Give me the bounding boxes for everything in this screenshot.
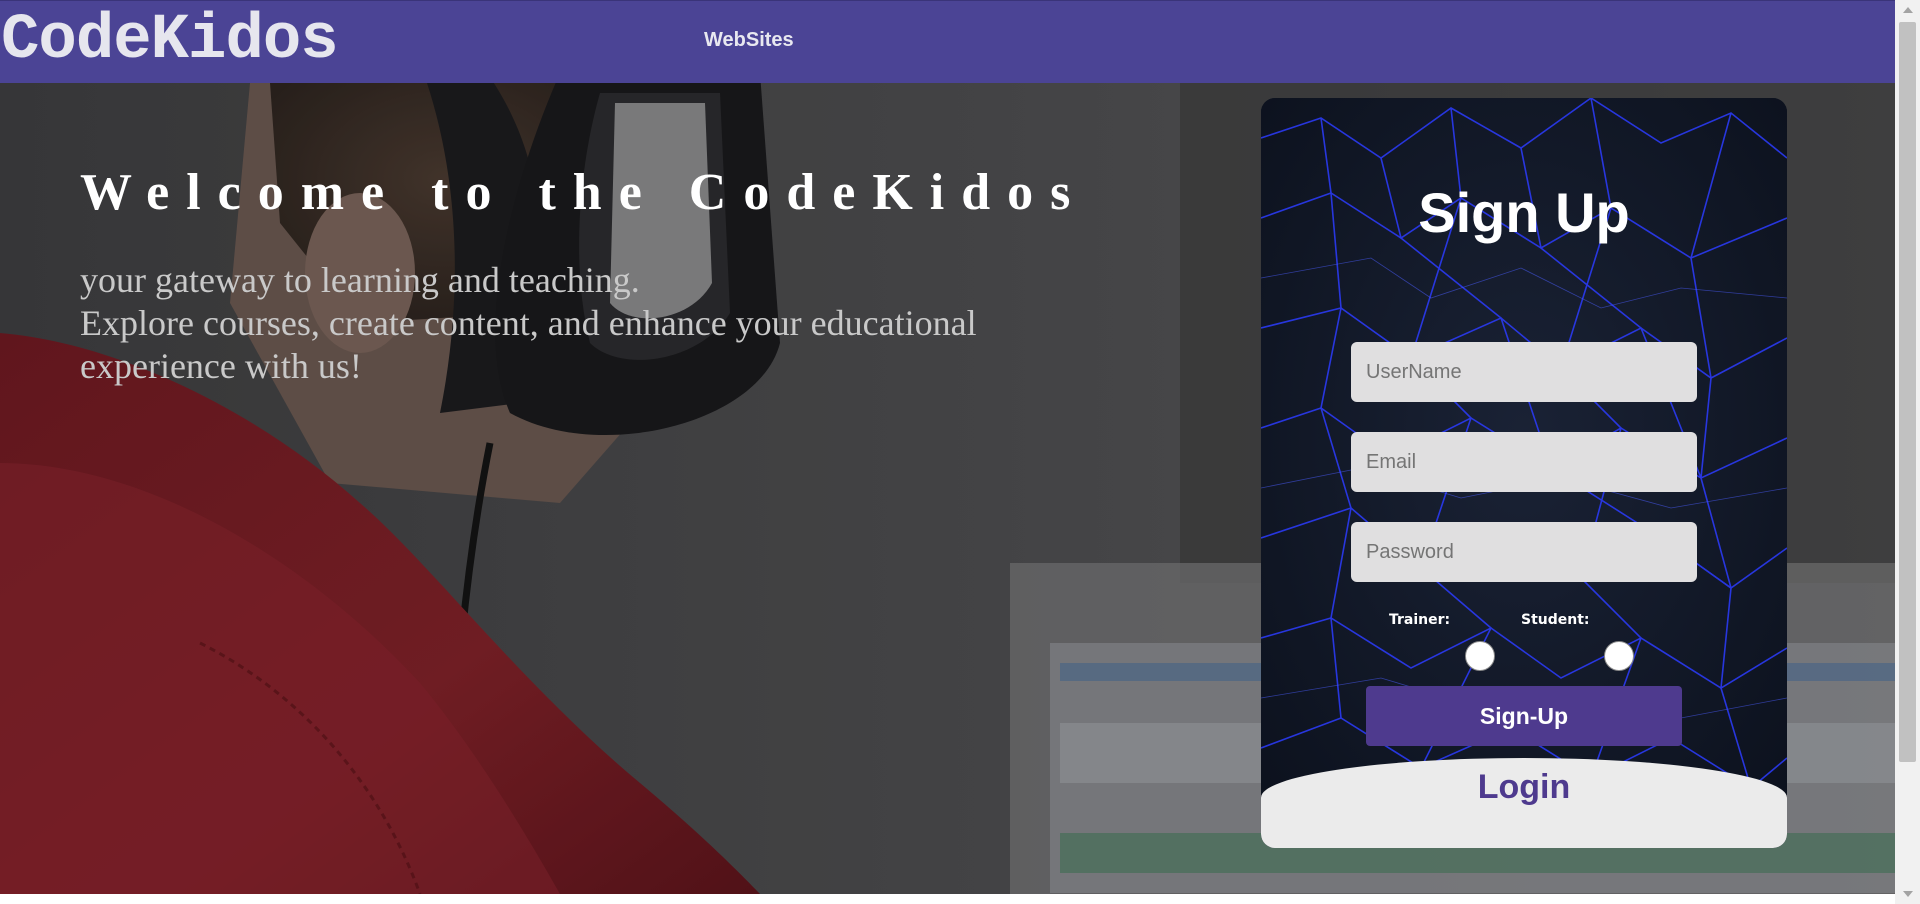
triangle-down-icon[interactable]	[1895, 884, 1920, 904]
top-nav-bar: CodeKidos WebSites	[0, 0, 1895, 83]
triangle-up-icon[interactable]	[1895, 0, 1920, 20]
page-scrollbar[interactable]	[1895, 0, 1920, 904]
student-radio[interactable]	[1604, 641, 1634, 671]
hero-title: Welcome to the CodeKidos	[80, 164, 1088, 221]
tagline-line: your gateway to learning and teaching.	[80, 260, 640, 300]
password-input[interactable]	[1351, 522, 1697, 582]
student-label: Student:	[1521, 612, 1590, 628]
signup-title: Sign Up	[1418, 181, 1630, 244]
username-input[interactable]	[1351, 342, 1697, 402]
trainer-radio[interactable]	[1465, 641, 1495, 671]
hero-tagline: your gateway to learning and teaching. E…	[80, 259, 1040, 388]
tagline-line: experience with us!	[80, 346, 362, 386]
email-input[interactable]	[1351, 432, 1697, 492]
scrollbar-thumb[interactable]	[1899, 22, 1916, 762]
signup-card: Sign Up Trainer: Student: Sign-Up Login	[1261, 98, 1787, 848]
trainer-label: Trainer:	[1389, 612, 1451, 628]
brand-logo[interactable]: CodeKidos	[1, 3, 339, 79]
nav-link-websites[interactable]: WebSites	[704, 29, 794, 52]
tagline-line: Explore courses, create content, and enh…	[80, 303, 977, 343]
login-link[interactable]: Login	[1261, 768, 1787, 807]
signup-button[interactable]: Sign-Up	[1366, 686, 1682, 746]
